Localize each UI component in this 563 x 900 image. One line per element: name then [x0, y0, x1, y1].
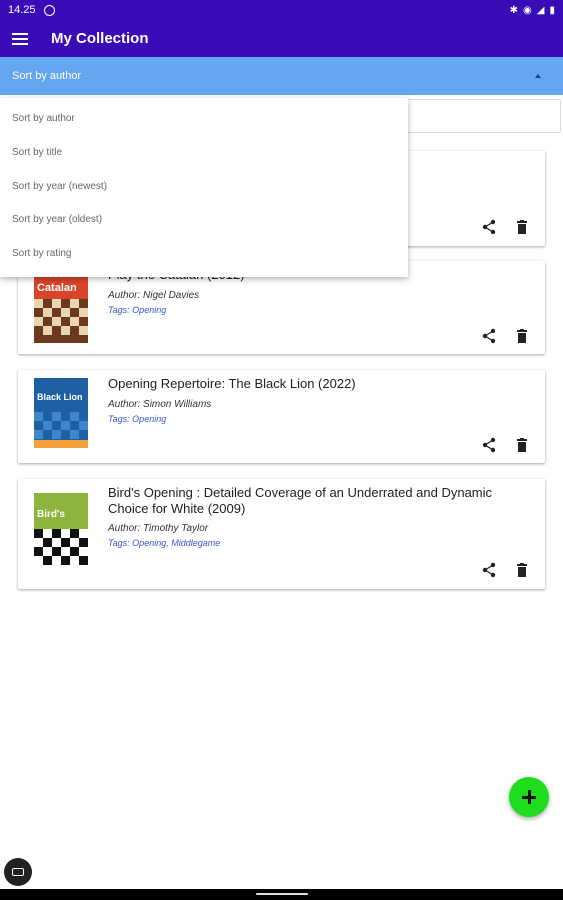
book-cover: Bird's [34, 493, 88, 571]
book-author: Author: Timothy Taylor [108, 523, 209, 534]
screen-toggle-button[interactable] [4, 858, 32, 886]
book-tags[interactable]: Tags: Opening [108, 305, 166, 315]
sync-icon [43, 4, 55, 16]
bluetooth-icon: ✱ [509, 4, 519, 16]
status-icons: ✱ ◉ ◢ ▮ [510, 5, 555, 16]
gesture-bar[interactable] [0, 889, 563, 900]
book-card[interactable]: Bird's Bird's Opening : Detailed Coverag… [18, 479, 545, 589]
book-cover: Black Lion [34, 378, 88, 448]
menu-icon[interactable] [12, 32, 28, 45]
book-tags[interactable]: Tags: Opening [108, 414, 166, 424]
sort-dropdown-menu: Sort by author Sort by title Sort by yea… [0, 98, 408, 277]
delete-icon[interactable] [514, 328, 530, 344]
delete-icon[interactable] [514, 437, 530, 453]
book-tags[interactable]: Tags: Opening, Middlegame [108, 538, 220, 548]
book-card[interactable]: Black Lion Opening Repertoire: The Black… [18, 370, 545, 463]
status-time: 14.25 [8, 4, 36, 16]
book-author: Author: Simon Williams [108, 399, 212, 410]
rectangle-icon [12, 868, 24, 876]
page-title: My Collection [51, 30, 149, 47]
caret-up-icon [535, 74, 541, 78]
sort-option-year-newest[interactable]: Sort by year (newest) [0, 169, 408, 203]
sort-option-year-oldest[interactable]: Sort by year (oldest) [0, 203, 408, 237]
eye-icon: ◉ [523, 4, 532, 16]
sort-select[interactable]: Sort by author [0, 57, 563, 95]
sort-option-author[interactable]: Sort by author [0, 102, 408, 136]
book-title: Opening Repertoire: The Black Lion (2022… [108, 376, 356, 391]
cover-text: Catalan [37, 282, 77, 294]
status-bar: 14.25 ✱ ◉ ◢ ▮ [0, 0, 563, 20]
plus-icon [522, 790, 536, 804]
add-book-button[interactable] [509, 777, 549, 817]
sort-selected-label: Sort by author [12, 70, 82, 82]
sort-option-title[interactable]: Sort by title [0, 136, 408, 170]
share-icon[interactable] [481, 562, 497, 578]
app-bar: My Collection [0, 20, 563, 57]
book-author: Author: Nigel Davies [108, 290, 200, 301]
signal-icon: ◢ [536, 4, 545, 16]
delete-icon[interactable] [514, 562, 530, 578]
share-icon[interactable] [481, 437, 497, 453]
sort-option-rating[interactable]: Sort by rating [0, 237, 408, 271]
share-icon[interactable] [481, 219, 497, 235]
book-title: Bird's Opening : Detailed Coverage of an… [108, 485, 493, 516]
delete-icon[interactable] [514, 219, 530, 235]
battery-icon: ▮ [549, 4, 555, 16]
cover-text: Bird's [37, 509, 65, 520]
book-cover: Catalan [34, 273, 88, 343]
share-icon[interactable] [481, 328, 497, 344]
cover-text: Black Lion [37, 392, 83, 402]
